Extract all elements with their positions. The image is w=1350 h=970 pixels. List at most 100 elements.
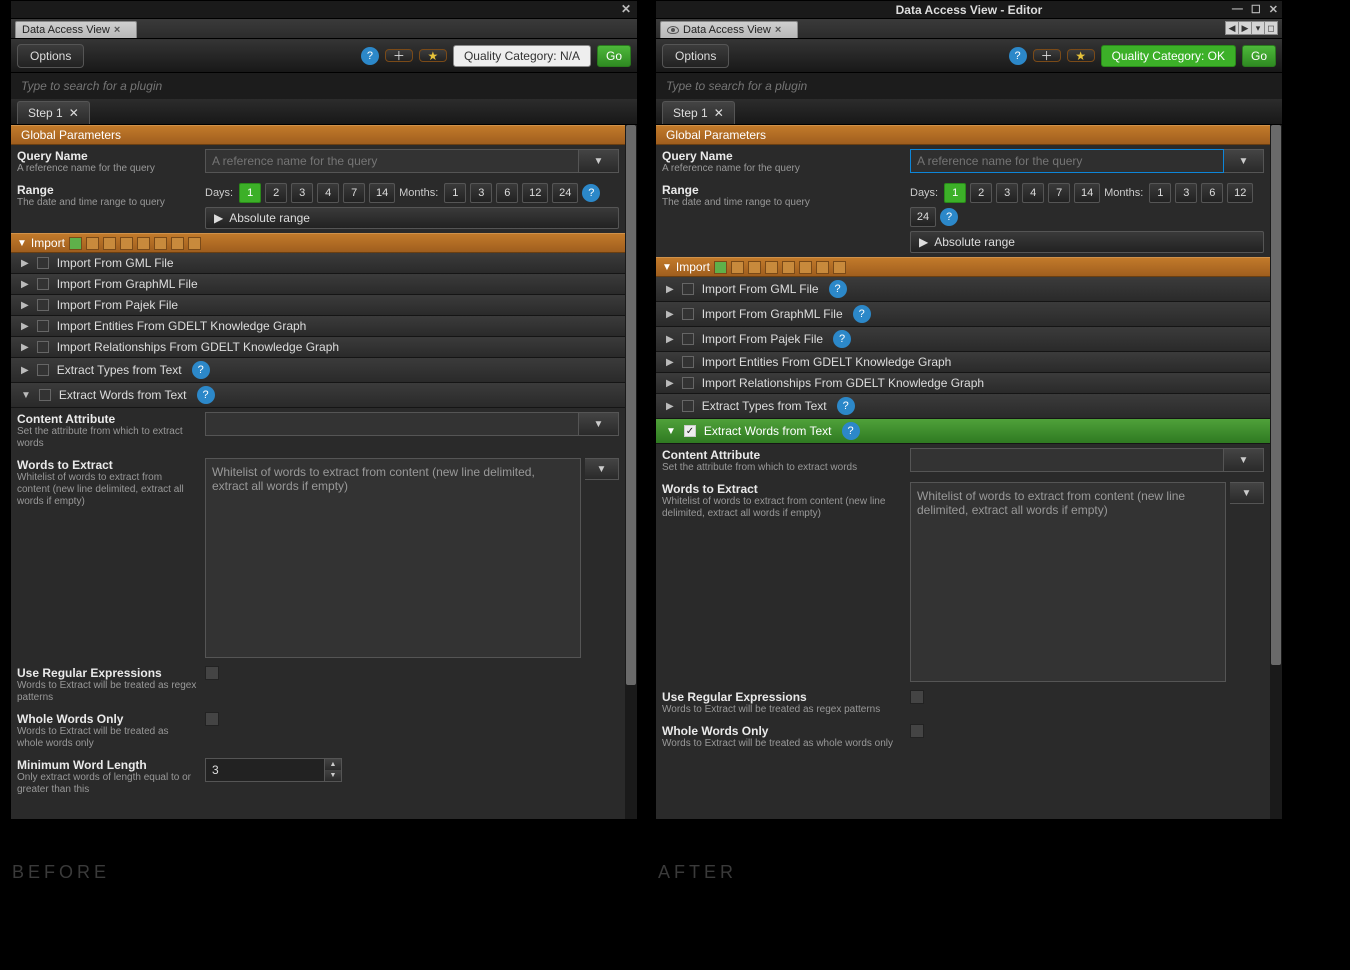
month-button[interactable]: 6 <box>496 183 518 203</box>
month-button[interactable]: 1 <box>444 183 466 203</box>
close-icon[interactable]: ✕ <box>69 106 79 120</box>
plugin-checkbox[interactable] <box>37 341 49 353</box>
dropdown-icon[interactable]: ▼ <box>585 458 619 480</box>
close-icon[interactable]: × <box>775 24 781 36</box>
close-icon[interactable]: ✕ <box>714 106 724 120</box>
scroll-thumb[interactable] <box>1271 125 1281 665</box>
scrollbar[interactable] <box>1270 125 1282 819</box>
help-icon[interactable]: ? <box>833 330 851 348</box>
help-icon[interactable]: ? <box>192 361 210 379</box>
view-tab[interactable]: Data Access View × <box>15 21 137 38</box>
options-button[interactable]: Options <box>17 44 84 68</box>
go-button[interactable]: Go <box>597 45 631 67</box>
dropdown-icon[interactable]: ▼ <box>579 149 619 173</box>
day-button[interactable]: 7 <box>343 183 365 203</box>
plugin-checkbox[interactable] <box>37 257 49 269</box>
help-icon[interactable]: ? <box>829 280 847 298</box>
absolute-range-toggle[interactable]: ▶Absolute range <box>910 231 1264 253</box>
tab-list-icon[interactable]: ▾ <box>1251 21 1265 35</box>
content-attribute-select[interactable]: ▼ <box>910 448 1264 472</box>
query-name-field[interactable] <box>910 149 1224 173</box>
close-icon[interactable]: ✕ <box>1269 3 1278 16</box>
plugin-checkbox[interactable] <box>682 308 694 320</box>
options-button[interactable]: Options <box>662 44 729 68</box>
tab-max-icon[interactable]: ◻ <box>1264 21 1278 35</box>
absolute-range-toggle[interactable]: ▶Absolute range <box>205 207 619 229</box>
plugin-checkbox[interactable] <box>37 320 49 332</box>
day-button[interactable]: 14 <box>1074 183 1100 203</box>
day-button[interactable]: 2 <box>265 183 287 203</box>
day-button[interactable]: 3 <box>291 183 313 203</box>
plugin-search-input[interactable] <box>19 78 629 94</box>
words-textarea[interactable]: Whitelist of words to extract from conte… <box>910 482 1226 682</box>
plugin-row[interactable]: ▶Import Relationships From GDELT Knowled… <box>11 337 625 358</box>
month-button[interactable]: 1 <box>1149 183 1171 203</box>
help-icon[interactable]: ? <box>940 208 958 226</box>
import-header[interactable]: ▼ Import <box>11 233 625 253</box>
day-button[interactable]: 1 <box>239 183 261 203</box>
plugin-row[interactable]: ▶Import From Pajek File? <box>656 327 1270 352</box>
plugin-row[interactable]: ▶Extract Types from Text? <box>656 394 1270 419</box>
plugin-row-active[interactable]: ▼ Extract Words from Text ? <box>11 383 625 408</box>
tab-next-icon[interactable]: ▶ <box>1238 21 1252 35</box>
day-button[interactable]: 7 <box>1048 183 1070 203</box>
month-button[interactable]: 6 <box>1201 183 1223 203</box>
regex-checkbox[interactable] <box>910 690 924 704</box>
query-name-field[interactable] <box>205 149 579 173</box>
help-icon[interactable]: ? <box>582 184 600 202</box>
month-button[interactable]: 12 <box>522 183 548 203</box>
dropdown-icon[interactable]: ▼ <box>1230 482 1264 504</box>
min-length-spinner[interactable]: ▲▼ <box>205 758 619 782</box>
add-button[interactable]: ＋ <box>1033 49 1061 62</box>
whole-words-checkbox[interactable] <box>910 724 924 738</box>
maximize-icon[interactable]: ☐ <box>1251 3 1261 16</box>
plugin-checkbox[interactable] <box>682 283 694 295</box>
spin-up-icon[interactable]: ▲ <box>325 759 341 770</box>
minimize-icon[interactable]: — <box>1232 3 1243 16</box>
plugin-checkbox[interactable] <box>682 400 694 412</box>
help-icon[interactable]: ? <box>1009 47 1027 65</box>
help-icon[interactable]: ? <box>197 386 215 404</box>
go-button[interactable]: Go <box>1242 45 1276 67</box>
day-button[interactable]: 1 <box>944 183 966 203</box>
step-tab[interactable]: Step 1 ✕ <box>17 101 90 124</box>
dropdown-icon[interactable]: ▼ <box>579 412 619 436</box>
day-button[interactable]: 4 <box>1022 183 1044 203</box>
day-button[interactable]: 3 <box>996 183 1018 203</box>
query-name-input[interactable]: ▼ <box>910 149 1264 173</box>
plugin-row[interactable]: ▶Import From GML File? <box>656 277 1270 302</box>
favorite-button[interactable]: ★ <box>1067 49 1095 62</box>
add-button[interactable]: ＋ <box>385 49 413 62</box>
month-button[interactable]: 3 <box>1175 183 1197 203</box>
plugin-checkbox[interactable] <box>682 377 694 389</box>
view-tab[interactable]: Data Access View × <box>660 21 798 38</box>
close-icon[interactable]: × <box>114 24 120 36</box>
plugin-row[interactable]: ▶Import From GraphML File? <box>656 302 1270 327</box>
content-attribute-select[interactable]: ▼ <box>205 412 619 436</box>
spin-down-icon[interactable]: ▼ <box>325 770 341 781</box>
plugin-checkbox[interactable] <box>682 356 694 368</box>
plugin-checkbox[interactable] <box>39 389 51 401</box>
query-name-input[interactable]: ▼ <box>205 149 619 173</box>
help-icon[interactable]: ? <box>853 305 871 323</box>
plugin-checkbox[interactable] <box>37 299 49 311</box>
month-button[interactable]: 3 <box>470 183 492 203</box>
plugin-row[interactable]: ▶Import From Pajek File <box>11 295 625 316</box>
whole-words-checkbox[interactable] <box>205 712 219 726</box>
step-tab[interactable]: Step 1 ✕ <box>662 101 735 124</box>
favorite-button[interactable]: ★ <box>419 49 447 62</box>
plugin-checkbox[interactable] <box>37 364 49 376</box>
dropdown-icon[interactable]: ▼ <box>1224 149 1264 173</box>
plugin-search-input[interactable] <box>664 78 1274 94</box>
plugin-checkbox[interactable] <box>682 333 694 345</box>
plugin-row[interactable]: ▶Import Entities From GDELT Knowledge Gr… <box>656 352 1270 373</box>
day-button[interactable]: 14 <box>369 183 395 203</box>
plugin-row[interactable]: ▶Import Entities From GDELT Knowledge Gr… <box>11 316 625 337</box>
import-header[interactable]: ▼ Import <box>656 257 1270 277</box>
plugin-row[interactable]: ▶Import From GML File <box>11 253 625 274</box>
plugin-row-active[interactable]: ▼ Extract Words from Text ? <box>656 419 1270 444</box>
scrollbar[interactable] <box>625 125 637 819</box>
min-length-input[interactable] <box>205 758 325 782</box>
help-icon[interactable]: ? <box>837 397 855 415</box>
help-icon[interactable]: ? <box>361 47 379 65</box>
